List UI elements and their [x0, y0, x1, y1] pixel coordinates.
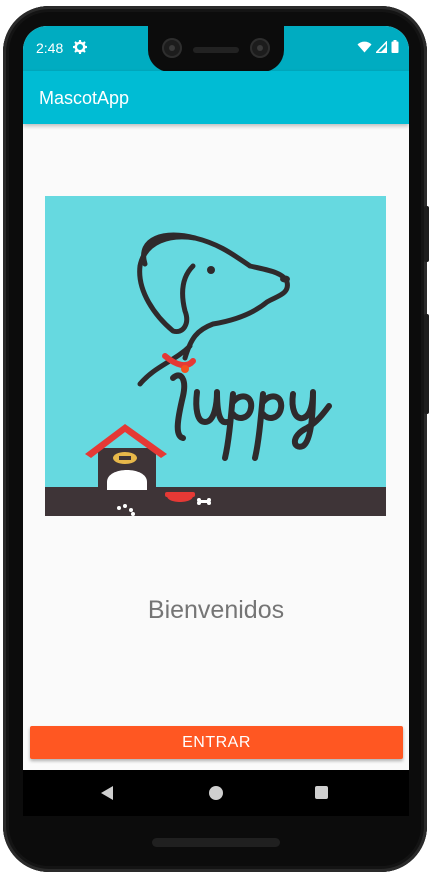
bottom-speaker: [152, 838, 280, 847]
gear-icon: [73, 40, 87, 54]
screen: 2:48 MascotApp Bienvenidos ENTRAR: [23, 26, 409, 816]
status-time: 2:48: [36, 40, 64, 56]
doghouse-drawing: [85, 424, 167, 490]
dog-head-drawing: [137, 232, 290, 387]
app-title: MascotApp: [39, 88, 130, 108]
front-camera-2: [250, 38, 270, 58]
enter-button[interactable]: ENTRAR: [30, 726, 403, 759]
back-icon[interactable]: [101, 786, 113, 800]
status-icons: [357, 40, 399, 53]
navigation-bar: [23, 770, 409, 816]
home-icon[interactable]: [209, 786, 223, 800]
dog-nose: [280, 275, 290, 283]
power-button: [424, 206, 429, 262]
wifi-icon: [357, 41, 372, 52]
ground: [45, 487, 386, 516]
recents-icon[interactable]: [315, 786, 328, 799]
earpiece-speaker: [193, 47, 239, 53]
hero-image: [45, 196, 386, 516]
volume-button: [424, 314, 429, 414]
camera-notch: [148, 26, 284, 72]
collar-tag: [181, 365, 189, 373]
battery-icon: [391, 40, 399, 53]
puppy-logo-illustration: [45, 232, 386, 516]
signal-icon: [376, 40, 387, 53]
dog-eye: [207, 266, 215, 274]
front-camera: [162, 38, 182, 58]
app-bar: MascotApp: [23, 71, 409, 124]
logo-script: [170, 372, 332, 461]
welcome-text: Bienvenidos: [147, 596, 285, 624]
